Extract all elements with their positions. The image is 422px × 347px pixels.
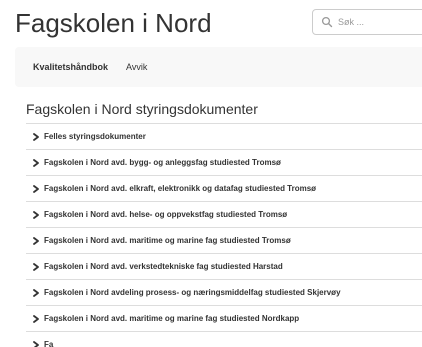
list-item-label: Fa: [44, 340, 54, 347]
list-item[interactable]: Fagskolen i Nord avd. verkstedtekniske f…: [26, 254, 422, 280]
chevron-right-icon: [32, 132, 40, 141]
navbar: Kvalitetshåndbok Avvik: [15, 47, 422, 87]
chevron-right-icon: [32, 184, 40, 193]
chevron-right-icon: [32, 314, 40, 323]
list-item-label: Felles styringsdokumenter: [44, 132, 146, 141]
page: Fagskolen i Nord Kvalitetshåndbok Avvik …: [0, 0, 422, 347]
section-title: Fagskolen i Nord styringsdokumenter: [26, 101, 258, 117]
list-item[interactable]: Fagskolen i Nord avd. maritime og marine…: [26, 306, 422, 332]
chevron-right-icon: [32, 236, 40, 245]
list-item-label: Fagskolen i Nord avd. verkstedtekniske f…: [44, 262, 283, 271]
nav-item-avvik[interactable]: Avvik: [117, 47, 156, 87]
search-icon: [321, 16, 333, 28]
search-box[interactable]: [312, 9, 422, 35]
list-item[interactable]: Fagskolen i Nord avd. elkraft, elektroni…: [26, 176, 422, 202]
chevron-right-icon: [32, 210, 40, 219]
document-list: Felles styringsdokumenter Fagskolen i No…: [26, 124, 422, 347]
list-item-label: Fagskolen i Nord avd. elkraft, elektroni…: [44, 184, 317, 193]
list-item-label: Fagskolen i Nord avd. maritime og marine…: [44, 314, 300, 323]
chevron-right-icon: [32, 158, 40, 167]
list-item-label: Fagskolen i Nord avd. maritime og marine…: [44, 236, 291, 245]
list-item[interactable]: Fa: [26, 332, 422, 347]
nav-item-kvalitetshandbok[interactable]: Kvalitetshåndbok: [15, 47, 117, 87]
list-item[interactable]: Fagskolen i Nord avd. maritime og marine…: [26, 228, 422, 254]
list-item[interactable]: Felles styringsdokumenter: [26, 124, 422, 150]
search-input[interactable]: [338, 17, 422, 27]
site-title[interactable]: Fagskolen i Nord: [15, 8, 212, 38]
list-item[interactable]: Fagskolen i Nord avd. bygg- og anleggsfa…: [26, 150, 422, 176]
chevron-right-icon: [32, 288, 40, 297]
list-item-label: Fagskolen i Nord avdeling prosess- og næ…: [44, 288, 341, 297]
list-item-label: Fagskolen i Nord avd. helse- og oppvekst…: [44, 210, 288, 219]
list-item[interactable]: Fagskolen i Nord avd. helse- og oppvekst…: [26, 202, 422, 228]
list-item[interactable]: Fagskolen i Nord avdeling prosess- og næ…: [26, 280, 422, 306]
chevron-right-icon: [32, 262, 40, 271]
chevron-right-icon: [32, 340, 40, 347]
list-item-label: Fagskolen i Nord avd. bygg- og anleggsfa…: [44, 158, 281, 167]
